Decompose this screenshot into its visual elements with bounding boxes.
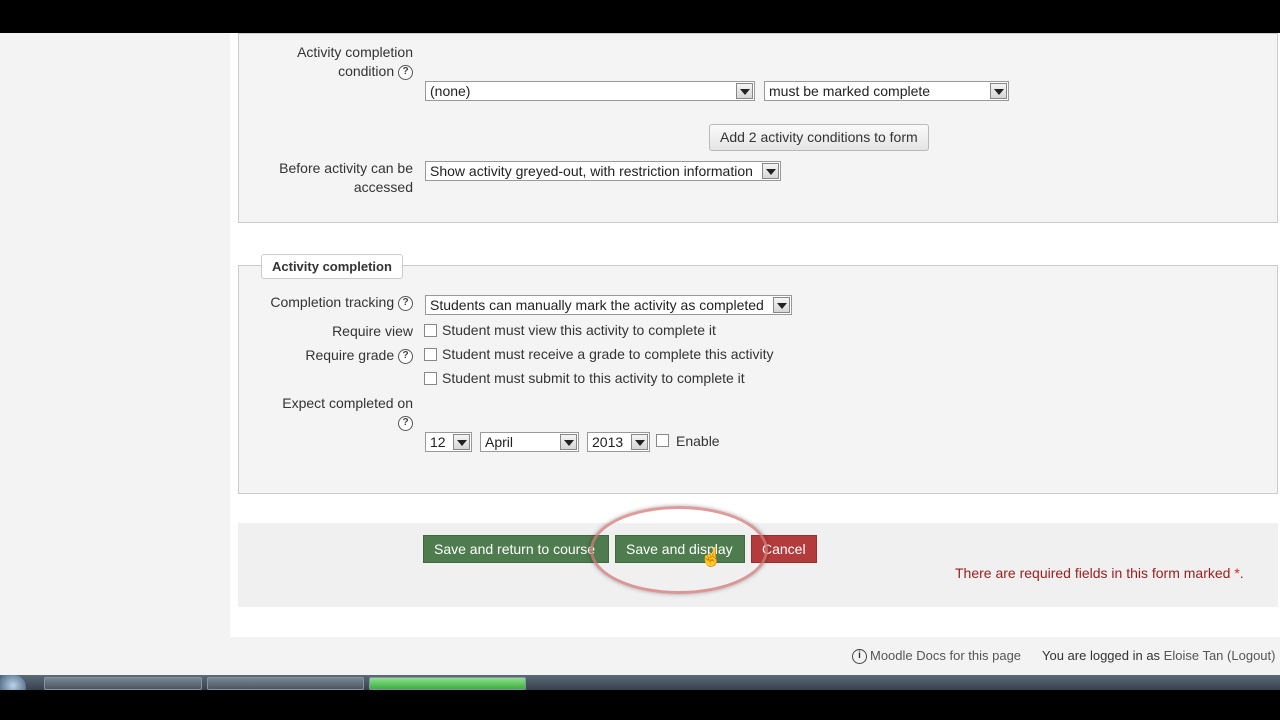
completion-tracking-select[interactable]: Students can manually mark the activity … xyxy=(425,295,792,315)
require-grade-option: Student must receive a grade to complete… xyxy=(442,346,774,362)
expect-enable-checkbox[interactable] xyxy=(656,434,669,447)
select-value: Students can manually mark the activity … xyxy=(430,297,764,313)
before-accessed-label: Before activity can be accessed xyxy=(259,159,413,197)
taskbar-item-active[interactable] xyxy=(369,677,526,690)
before-accessed-select[interactable]: Show activity greyed-out, with restricti… xyxy=(425,161,781,181)
moodle-docs-link[interactable]: i Moodle Docs for this page xyxy=(852,648,1021,665)
require-grade-label: Require grade ? xyxy=(249,346,413,365)
require-submit-option: Student must submit to this activity to … xyxy=(442,370,745,386)
save-and-display-button[interactable]: Save and display xyxy=(615,535,745,563)
condition-requirement-select[interactable]: must be marked complete xyxy=(764,81,1009,101)
require-view-option: Student must view this activity to compl… xyxy=(442,322,716,338)
cancel-button[interactable]: Cancel xyxy=(751,535,817,563)
label-line: Activity completion xyxy=(297,44,413,60)
info-icon: i xyxy=(852,649,867,665)
add-conditions-button[interactable]: Add 2 activity conditions to form xyxy=(709,124,929,151)
required-note-end: . xyxy=(1239,565,1244,581)
help-icon[interactable]: ? xyxy=(398,295,413,311)
browser-viewport: Activity completion condition ? (none) m… xyxy=(0,33,1280,675)
dropdown-arrow-icon[interactable] xyxy=(773,297,790,313)
login-info: You are logged in as Eloise Tan (Logout) xyxy=(1042,648,1275,663)
save-and-return-button[interactable]: Save and return to course xyxy=(423,535,609,563)
activity-completion-condition-label: Activity completion condition ? xyxy=(285,43,413,81)
start-button-icon[interactable] xyxy=(0,675,26,690)
select-value: 12 xyxy=(430,434,446,450)
docs-link-text[interactable]: Moodle Docs for this page xyxy=(870,648,1021,663)
select-value: 2013 xyxy=(592,434,624,450)
expect-month-select[interactable]: April xyxy=(480,432,579,452)
label-line: Before activity can be xyxy=(279,160,413,176)
activity-condition-select[interactable]: (none) xyxy=(425,81,755,101)
dropdown-arrow-icon[interactable] xyxy=(736,83,753,99)
expect-completed-label: Expect completed on ? xyxy=(249,394,413,432)
expect-day-select[interactable]: 12 xyxy=(425,432,472,452)
form-actions: Save and return to course Save and displ… xyxy=(238,523,1278,607)
expect-year-select[interactable]: 2013 xyxy=(587,432,650,452)
label-text: Require grade xyxy=(305,347,395,363)
logged-in-prefix: You are logged in as xyxy=(1042,648,1164,663)
require-submit-checkbox[interactable] xyxy=(424,372,437,385)
select-value: (none) xyxy=(430,83,471,99)
completion-tracking-label: Completion tracking ? xyxy=(249,293,413,312)
dropdown-arrow-icon[interactable] xyxy=(990,83,1007,99)
taskbar-item[interactable] xyxy=(207,677,364,690)
expect-enable-label: Enable xyxy=(676,433,720,449)
activity-completion-legend[interactable]: Activity completion xyxy=(261,254,403,279)
help-icon[interactable]: ? xyxy=(398,64,413,80)
taskbar-item[interactable] xyxy=(44,677,202,690)
label-text: Expect completed on xyxy=(282,395,413,411)
require-view-checkbox[interactable] xyxy=(424,324,437,337)
select-value: April xyxy=(485,434,514,450)
activity-completion-fieldset: Activity completion Completion tracking … xyxy=(238,254,1278,494)
dropdown-arrow-icon[interactable] xyxy=(631,434,648,450)
logout-link[interactable]: (Logout) xyxy=(1227,648,1275,663)
required-fields-note: There are required fields in this form m… xyxy=(955,565,1244,581)
label-line: accessed xyxy=(353,179,413,195)
required-note-text: There are required fields in this form m… xyxy=(955,565,1235,581)
restrict-access-fieldset: Activity completion condition ? (none) m… xyxy=(238,33,1278,223)
require-view-label: Require view xyxy=(332,323,413,339)
require-grade-checkbox[interactable] xyxy=(424,348,437,361)
select-value: Show activity greyed-out, with restricti… xyxy=(430,163,753,179)
select-value: must be marked complete xyxy=(769,83,931,99)
help-icon[interactable]: ? xyxy=(398,348,413,364)
dropdown-arrow-icon[interactable] xyxy=(560,434,577,450)
user-profile-link[interactable]: Eloise Tan xyxy=(1164,648,1224,663)
dropdown-arrow-icon[interactable] xyxy=(762,163,779,179)
label-line: condition xyxy=(338,63,395,79)
os-taskbar xyxy=(0,675,1280,690)
dropdown-arrow-icon[interactable] xyxy=(453,434,470,450)
help-icon[interactable]: ? xyxy=(398,415,413,431)
label-text: Completion tracking xyxy=(270,294,395,310)
